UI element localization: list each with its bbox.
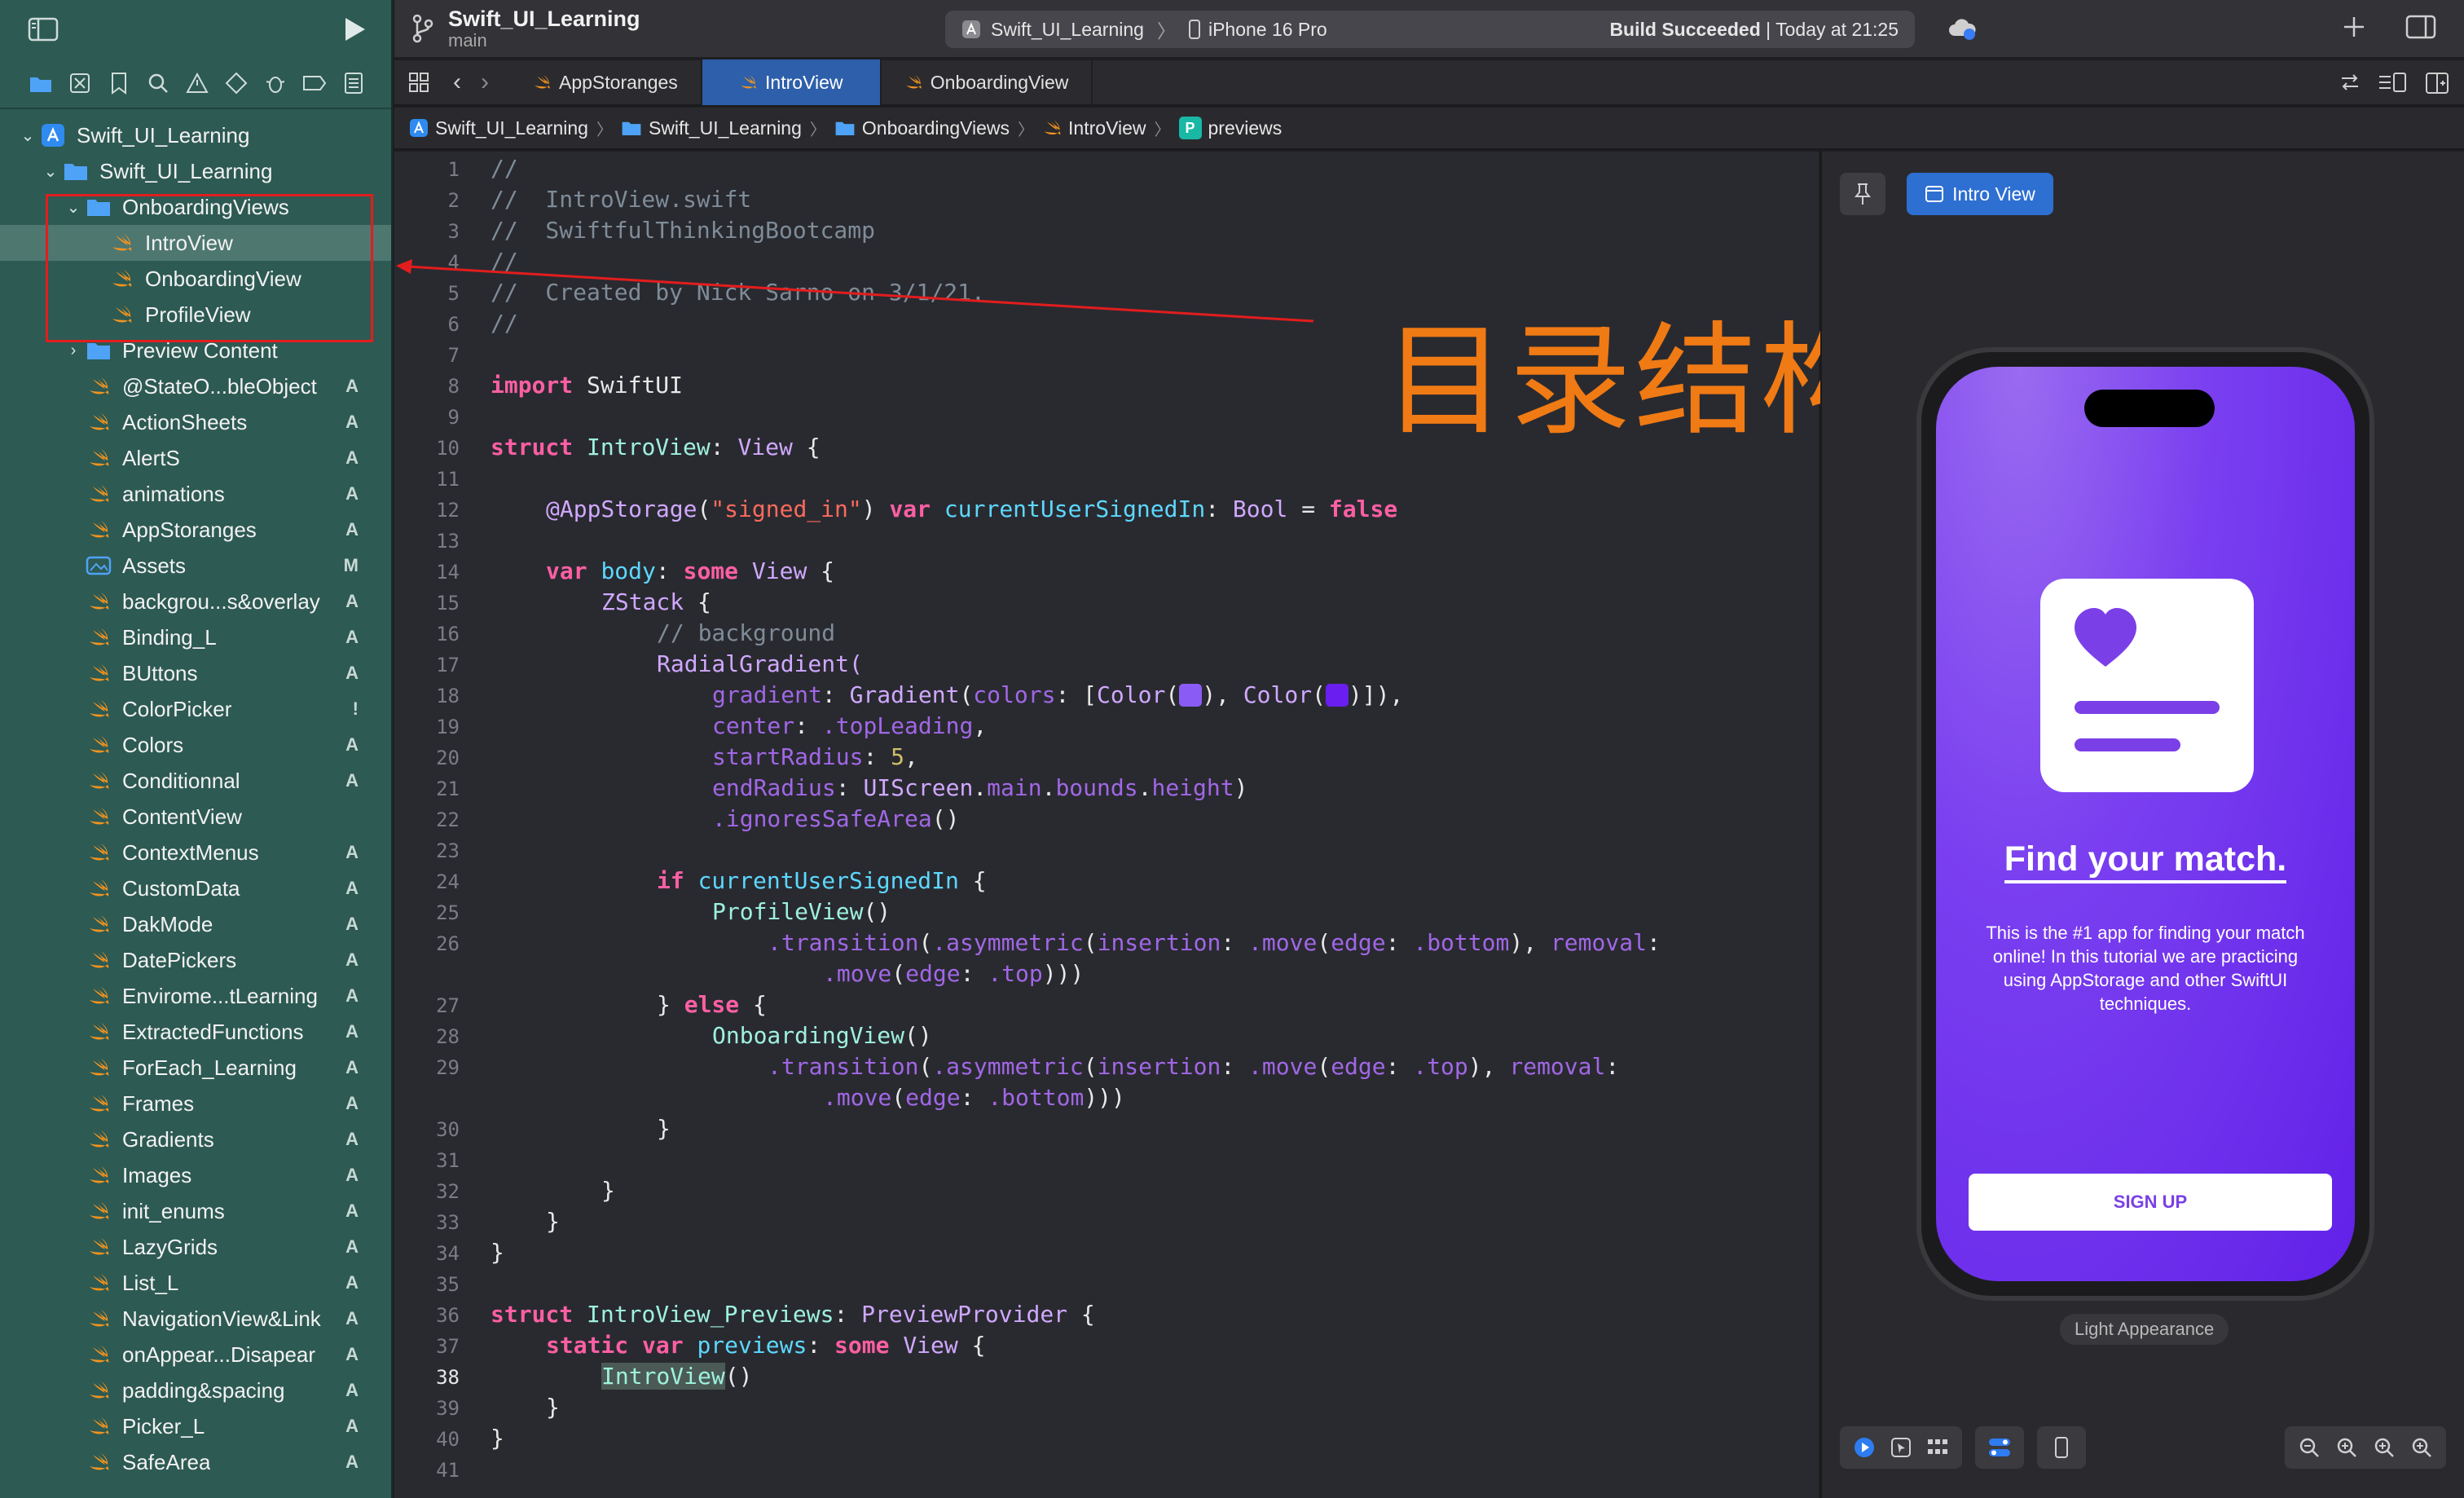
window-icon — [1925, 186, 1944, 202]
description: This is the #1 app for finding your matc… — [1986, 923, 2305, 1014]
profile-card-icon — [2040, 579, 2254, 792]
iphone-frame: Find your match. This is the #1 app for … — [1916, 347, 2374, 1301]
zoom-actual-icon[interactable] — [2335, 1436, 2358, 1459]
zoom-out-icon[interactable] — [2298, 1436, 2321, 1459]
appearance-label[interactable]: Light Appearance — [2060, 1314, 2229, 1345]
live-mode-icon[interactable] — [1853, 1436, 1876, 1459]
headline: Find your match. — [1936, 839, 2355, 883]
device-settings-button[interactable] — [1975, 1426, 2024, 1469]
zoom-fit-icon[interactable] — [2410, 1436, 2433, 1459]
preview-chip-label: Intro View — [1952, 183, 2035, 205]
preview-mode-group — [1840, 1426, 1962, 1469]
sign-up-button[interactable]: SIGN UP — [1969, 1174, 2332, 1231]
device-picker-button[interactable] — [2037, 1426, 2086, 1469]
iphone-icon — [2054, 1436, 2069, 1459]
pin-icon[interactable] — [1840, 173, 1885, 215]
selectable-mode-icon[interactable] — [1890, 1437, 1912, 1458]
xcode-window: ⌄ Swift_UI_Learning ⌄ Swift_UI_Learning … — [0, 0, 2464, 1498]
preview-controls-left — [1840, 1426, 2086, 1469]
zoom-in-icon[interactable] — [2373, 1436, 2396, 1459]
preview-selector-chip[interactable]: Intro View — [1907, 173, 2053, 215]
toggles-icon — [1987, 1436, 2012, 1459]
zoom-controls — [2285, 1426, 2446, 1469]
dynamic-island — [2084, 390, 2215, 427]
annotation-label: 目录结构 — [1384, 311, 1886, 452]
variants-icon[interactable] — [1926, 1438, 1949, 1457]
phone-screen[interactable]: Find your match. This is the #1 app for … — [1936, 367, 2355, 1281]
canvas-preview: Intro View Find your match. This is the … — [1820, 152, 2464, 1498]
